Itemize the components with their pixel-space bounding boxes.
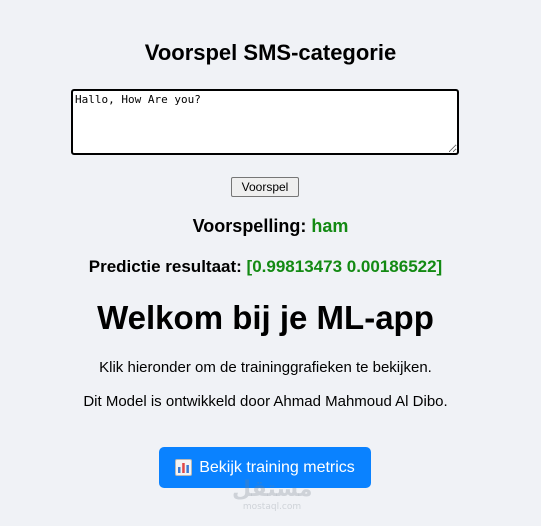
prediction-line: Voorspelling: ham: [0, 216, 541, 237]
prediction-result-value: [0.99813473 0.00186522]: [246, 257, 443, 276]
credit-text: Dit Model is ontwikkeld door Ahmad Mahmo…: [83, 393, 448, 410]
watermark-latin-text: mostaql.com: [242, 502, 302, 512]
page-title: Voorspel SMS-categorie: [144, 40, 397, 65]
prediction-value: ham: [311, 216, 349, 236]
predict-button[interactable]: Voorspel: [231, 177, 299, 197]
prediction-label: Voorspelling:: [192, 216, 307, 236]
prediction-result-line: Predictie resultaat: [0.99813473 0.00186…: [0, 257, 531, 277]
prediction-result-label: Predictie resultaat:: [88, 257, 242, 276]
sms-message-input[interactable]: [71, 89, 459, 155]
bar-chart-icon: [175, 459, 193, 476]
welcome-heading: Welkom bij je ML-app: [97, 299, 434, 336]
view-training-metrics-button[interactable]: Bekijk training metrics: [159, 447, 371, 488]
instruction-text: Klik hieronder om de traininggrafieken t…: [99, 359, 432, 376]
view-training-metrics-label: Bekijk training metrics: [199, 458, 355, 476]
